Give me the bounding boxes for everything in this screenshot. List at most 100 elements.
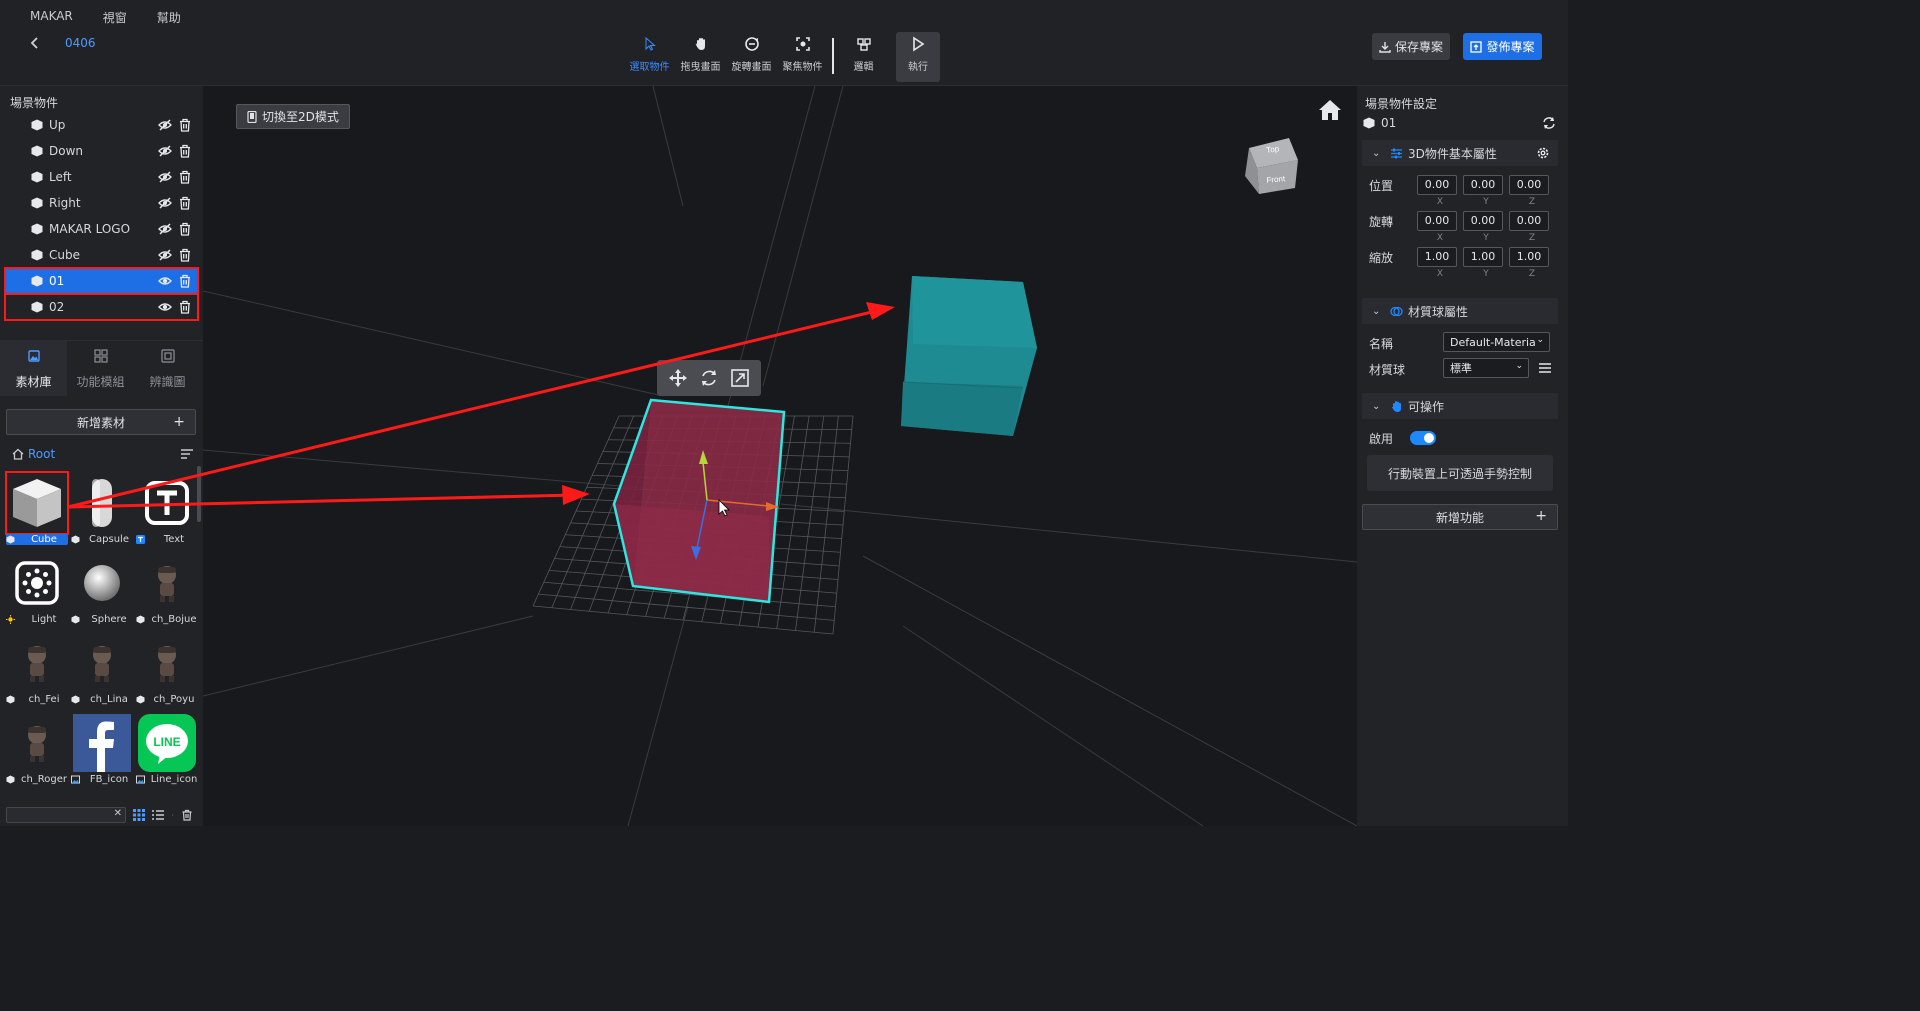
switch-2d-mode-button[interactable]: 切換至2D模式	[236, 104, 350, 129]
back-icon[interactable]	[28, 36, 42, 50]
rotation-x-input[interactable]: 0.00	[1417, 211, 1457, 231]
asset-item[interactable]: ch_Lina	[69, 630, 134, 710]
trash-icon[interactable]	[178, 144, 192, 158]
publish-project-button[interactable]: 發佈專案	[1463, 33, 1542, 60]
scene-object-item[interactable]: 02	[4, 293, 199, 321]
eye-icon[interactable]	[158, 274, 172, 288]
rotate-icon[interactable]	[699, 368, 719, 388]
refresh-icon[interactable]	[1542, 116, 1556, 130]
material-name-select[interactable]: Default-Materia ⌄	[1443, 332, 1550, 352]
trash-icon[interactable]	[178, 222, 192, 236]
asset-label-row: Capsule	[71, 534, 133, 545]
list-view-icon[interactable]	[152, 809, 164, 821]
3d-viewport[interactable]: 切換至2D模式 Top Front	[203, 86, 1357, 826]
eye-off-icon[interactable]	[158, 222, 172, 236]
select-tool-button[interactable]: 選取物件	[624, 32, 675, 80]
asset-item[interactable]: ch_Roger	[4, 710, 69, 790]
asset-item[interactable]: Cube	[4, 470, 69, 550]
asset-item[interactable]: Capsule	[69, 470, 134, 550]
tab-targets[interactable]: 辨識圖	[134, 341, 201, 396]
trash-icon[interactable]	[181, 809, 193, 821]
focus-tool-button[interactable]: 聚焦物件	[777, 32, 828, 80]
material-ball-select[interactable]: 標準 ⌄	[1443, 358, 1529, 378]
trash-icon[interactable]	[178, 196, 192, 210]
scale-icon[interactable]	[730, 368, 750, 388]
scale-y-input[interactable]: 1.00	[1463, 247, 1503, 267]
asset-item[interactable]: LINE Line_icon	[134, 710, 199, 790]
position-row: 位置 0.00 0.00 0.00	[1369, 175, 1555, 195]
scene-object-item[interactable]: Right	[5, 190, 198, 216]
asset-item[interactable]: Sphere	[69, 550, 134, 630]
asset-item[interactable]: ch_Poyu	[134, 630, 199, 710]
logic-tool-button[interactable]: 邏輯	[838, 32, 889, 80]
view-cube[interactable]: Top Front	[1243, 136, 1299, 196]
asset-item[interactable]: ch_Bojue	[134, 550, 199, 630]
home-view-icon[interactable]	[1317, 98, 1343, 122]
run-button[interactable]: 執行	[896, 32, 940, 82]
trash-icon[interactable]	[178, 274, 192, 288]
rotate-tool-button[interactable]: 旋轉畫面	[726, 32, 777, 80]
eye-off-icon[interactable]	[158, 196, 172, 210]
scene-canvas[interactable]	[203, 86, 1357, 826]
scale-x-input[interactable]: 1.00	[1417, 247, 1457, 267]
material-group-header[interactable]: ⌄ 材質球屬性	[1362, 298, 1558, 324]
asset-item[interactable]: Text	[134, 470, 199, 550]
project-name[interactable]: 0406	[65, 36, 96, 50]
grid-view-icon[interactable]	[133, 809, 145, 821]
asset-item[interactable]: Light	[4, 550, 69, 630]
asset-thumbnail	[138, 554, 196, 612]
view-cube-top-label: Top	[1266, 144, 1281, 155]
save-project-button[interactable]: 保存專案	[1372, 33, 1450, 60]
eye-icon[interactable]	[158, 300, 172, 314]
asset-item[interactable]: FB_icon	[69, 710, 134, 790]
asset-label: Cube	[31, 534, 57, 545]
transform-group-header[interactable]: ⌄ 3D物件基本屬性	[1362, 140, 1558, 166]
breadcrumb[interactable]: Root	[12, 447, 55, 461]
scale-z-input[interactable]: 1.00	[1509, 247, 1549, 267]
asset-item[interactable]: ch_Fei	[4, 630, 69, 710]
position-y-input[interactable]: 0.00	[1463, 175, 1503, 195]
scene-object-item[interactable]: MAKAR LOGO	[5, 216, 198, 242]
scene-object-item[interactable]: Left	[5, 164, 198, 190]
scene-object-item[interactable]: 01	[4, 267, 199, 295]
tab-assets[interactable]: 素材庫	[0, 341, 67, 396]
trash-icon[interactable]	[178, 300, 192, 314]
scene-object-item[interactable]: Cube	[5, 242, 198, 268]
clear-icon[interactable]: ✕	[114, 808, 122, 819]
add-function-button[interactable]: 新增功能 +	[1362, 504, 1558, 530]
teal-cube[interactable]	[901, 276, 1037, 436]
text-type-icon	[136, 535, 145, 544]
pan-tool-button[interactable]: 拖曳畫面	[675, 32, 726, 80]
character-thumbnail-icon	[27, 726, 46, 762]
eye-off-icon[interactable]	[158, 248, 172, 262]
add-asset-button[interactable]: 新增素材 +	[6, 409, 196, 435]
trash-icon[interactable]	[178, 118, 192, 132]
menu-makar[interactable]: MAKAR	[30, 9, 73, 26]
asset-search-input[interactable]: ✕	[6, 807, 126, 823]
tab-modules[interactable]: 功能模組	[67, 341, 134, 396]
menu-help[interactable]: 幫助	[157, 9, 181, 26]
asset-scrollbar[interactable]	[197, 466, 201, 522]
trash-icon[interactable]	[178, 170, 192, 184]
selected-cube[interactable]	[612, 398, 786, 604]
trash-icon[interactable]	[178, 248, 192, 262]
menu-window[interactable]: 視窗	[103, 9, 127, 26]
scene-object-item[interactable]: Down	[5, 138, 198, 164]
enable-toggle[interactable]	[1410, 431, 1436, 445]
character-thumbnail-icon	[157, 566, 176, 602]
position-z-input[interactable]: 0.00	[1509, 175, 1549, 195]
move-icon[interactable]	[668, 368, 688, 388]
chevron-down-icon: ⌄	[1515, 361, 1523, 371]
gear-icon[interactable]	[1536, 146, 1550, 160]
scene-object-item[interactable]: Up	[5, 112, 198, 138]
eye-off-icon[interactable]	[158, 118, 172, 132]
interactive-group-header[interactable]: ⌄ 可操作	[1362, 393, 1558, 419]
menu-icon[interactable]	[1538, 362, 1552, 374]
position-x-input[interactable]: 0.00	[1417, 175, 1457, 195]
rotation-z-input[interactable]: 0.00	[1509, 211, 1549, 231]
sort-icon[interactable]	[180, 448, 194, 460]
eye-off-icon[interactable]	[158, 144, 172, 158]
facebook-icon	[72, 714, 131, 772]
eye-off-icon[interactable]	[158, 170, 172, 184]
rotation-y-input[interactable]: 0.00	[1463, 211, 1503, 231]
